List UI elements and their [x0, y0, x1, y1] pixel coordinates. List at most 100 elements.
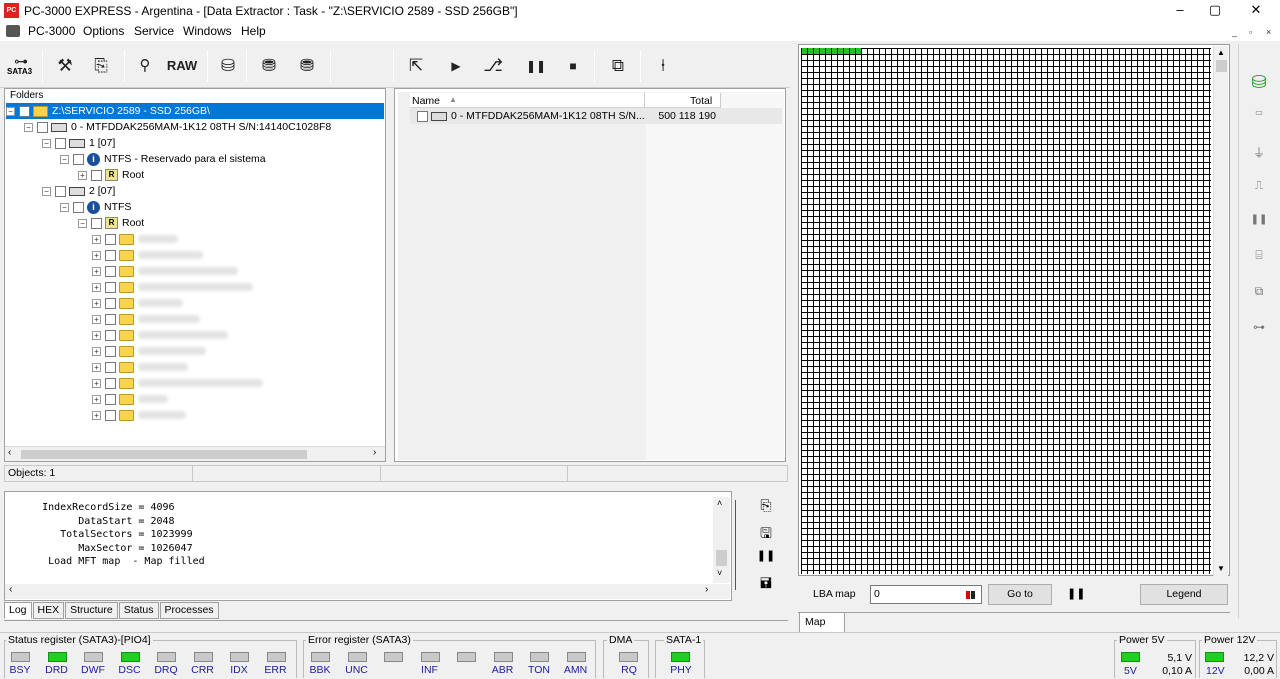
expand-icon[interactable]: + [92, 298, 101, 308]
tree-root1-item[interactable]: + R Root [78, 167, 144, 183]
menu-service[interactable]: Service [134, 24, 174, 38]
tree-folder-item[interactable]: + [92, 263, 238, 279]
column-name-header[interactable]: Name [412, 95, 440, 107]
collapse-icon[interactable]: − [78, 218, 87, 228]
step-icon[interactable]: ⌸ [1246, 248, 1272, 272]
tree-root-item[interactable]: − Z:\SERVICIO 2589 - SSD 256GB\ [6, 103, 384, 119]
pause-side-icon[interactable]: ❚❚ [1246, 214, 1272, 238]
list-checkbox[interactable] [417, 110, 428, 122]
binoculars-icon[interactable]: ⚲ [130, 51, 160, 81]
menu-windows[interactable]: Windows [183, 24, 232, 38]
tree-folder-item[interactable]: + [92, 231, 178, 247]
tree-checkbox[interactable] [37, 121, 48, 133]
save-as-icon[interactable]: 🖬 [752, 573, 780, 595]
connector-icon[interactable]: ⊶ [1246, 320, 1272, 344]
raw-button[interactable]: RAW [164, 51, 200, 81]
tree-checkbox[interactable] [105, 265, 116, 277]
tree-checkbox[interactable] [105, 409, 116, 421]
scroll-icon[interactable]: ⎘ [86, 51, 116, 81]
export-icon[interactable]: ⇱ [401, 51, 431, 81]
legend-button[interactable]: Legend [1140, 584, 1228, 605]
collapse-icon[interactable]: − [42, 138, 51, 148]
scroll-right-icon[interactable]: › [373, 447, 376, 458]
scroll-up-icon[interactable]: ˄ [717, 498, 722, 508]
expand-icon[interactable]: + [92, 346, 101, 356]
tab-structure[interactable]: Structure [65, 602, 118, 619]
scroll-left-icon[interactable]: ‹ [9, 584, 12, 595]
pause-icon[interactable]: ❚❚ [521, 51, 551, 81]
map-vertical-scrollbar[interactable]: ▲ ▼ [1213, 46, 1228, 576]
collapse-icon[interactable]: − [60, 202, 69, 212]
goto-button[interactable]: Go to [988, 584, 1052, 605]
menu-help[interactable]: Help [241, 24, 266, 38]
tree-checkbox[interactable] [91, 217, 102, 229]
tree-folder-item[interactable]: + [92, 279, 253, 295]
expand-icon[interactable]: + [92, 250, 101, 260]
tree-checkbox[interactable] [91, 169, 102, 181]
column-divider[interactable] [720, 93, 721, 108]
scroll-thumb[interactable] [1216, 60, 1227, 72]
tree-folder-item[interactable]: + [92, 327, 228, 343]
tab-hex[interactable]: HEX [32, 602, 65, 619]
power-switch-icon[interactable]: ⏚ [1246, 144, 1272, 168]
expand-icon[interactable]: + [92, 410, 101, 420]
tree-checkbox[interactable] [73, 153, 84, 165]
tree-folder-item[interactable]: + [92, 295, 183, 311]
scroll-thumb[interactable] [716, 550, 727, 566]
pause-log-icon[interactable]: ❚❚ [752, 549, 780, 571]
drive-stack-icon[interactable]: ⛃ [292, 51, 322, 81]
tree-root2-item[interactable]: − R Root [78, 215, 144, 231]
tree-checkbox[interactable] [105, 313, 116, 325]
expand-icon[interactable]: + [92, 266, 101, 276]
menu-options[interactable]: Options [83, 24, 124, 38]
log-horizontal-scrollbar[interactable]: ‹ › [5, 584, 730, 599]
drive-icon[interactable]: ⛁ [213, 51, 243, 81]
tree-ntfs1-item[interactable]: − i NTFS - Reservado para el sistema [60, 151, 266, 167]
tools-icon[interactable]: ⚒ [50, 51, 80, 81]
tree-folder-item[interactable]: + [92, 311, 200, 327]
log-vertical-scrollbar[interactable]: ˄ ˅ [713, 497, 730, 583]
copy-icon[interactable]: ⧉ [1246, 284, 1272, 308]
drive-green-icon[interactable]: ⛁ [1246, 72, 1272, 96]
collapse-icon[interactable]: − [24, 122, 33, 132]
expand-icon[interactable]: + [92, 234, 101, 244]
sector-map-pane[interactable]: ▲ ▼ [798, 44, 1230, 576]
expand-icon[interactable]: + [92, 378, 101, 388]
tree-checkbox[interactable] [55, 137, 66, 149]
tree-disk-item[interactable]: − 0 - MTFDDAK256MAM-1K12 08TH S/N:14140C1… [24, 119, 331, 135]
sector-map-grid[interactable] [801, 48, 1211, 574]
save-icon[interactable]: 🖫 [752, 523, 780, 545]
mdi-close-button[interactable]: × [1266, 27, 1271, 37]
expand-icon[interactable]: + [92, 394, 101, 404]
close-button[interactable]: ✕ [1236, 0, 1276, 22]
expand-icon[interactable]: + [92, 330, 101, 340]
play-icon[interactable]: ▶ [441, 51, 471, 81]
reset-icon[interactable]: ▭ [1246, 108, 1272, 132]
mdi-minimize-button[interactable]: _ [1232, 27, 1237, 37]
list-row[interactable]: 0 - MTFDDAK256MAM-1K12 08TH S/N... [410, 108, 782, 124]
tab-processes[interactable]: Processes [159, 602, 219, 619]
stop-icon[interactable]: ■ [558, 51, 588, 81]
tree-partition2-item[interactable]: − 2 [07] [42, 183, 115, 199]
collapse-icon[interactable]: − [6, 106, 15, 116]
exit-icon[interactable]: ⍿ [648, 51, 678, 81]
map-pause-icon[interactable]: ❚❚ [1067, 587, 1085, 600]
scroll-down-icon[interactable]: ▼ [1217, 564, 1225, 573]
tree-checkbox[interactable] [55, 185, 66, 197]
scroll-left-icon[interactable]: ‹ [8, 447, 11, 458]
expand-icon[interactable]: + [92, 362, 101, 372]
flow-icon[interactable]: ⎇ [478, 51, 508, 81]
tree-folder-item[interactable]: + [92, 391, 168, 407]
menu-pc3000[interactable]: PC-3000 [28, 24, 75, 38]
tree-checkbox[interactable] [105, 249, 116, 261]
column-total-header[interactable]: Total [690, 95, 712, 107]
tree-folder-item[interactable]: + [92, 247, 203, 263]
tree-folder-item[interactable]: + [92, 375, 263, 391]
scroll-thumb[interactable] [21, 450, 307, 459]
settings-icon[interactable]: ⎘ [752, 497, 780, 519]
tab-log[interactable]: Log [4, 602, 32, 619]
tree-checkbox[interactable] [105, 345, 116, 357]
tree-checkbox[interactable] [73, 201, 84, 213]
tree-checkbox[interactable] [105, 361, 116, 373]
column-divider[interactable] [644, 93, 645, 108]
